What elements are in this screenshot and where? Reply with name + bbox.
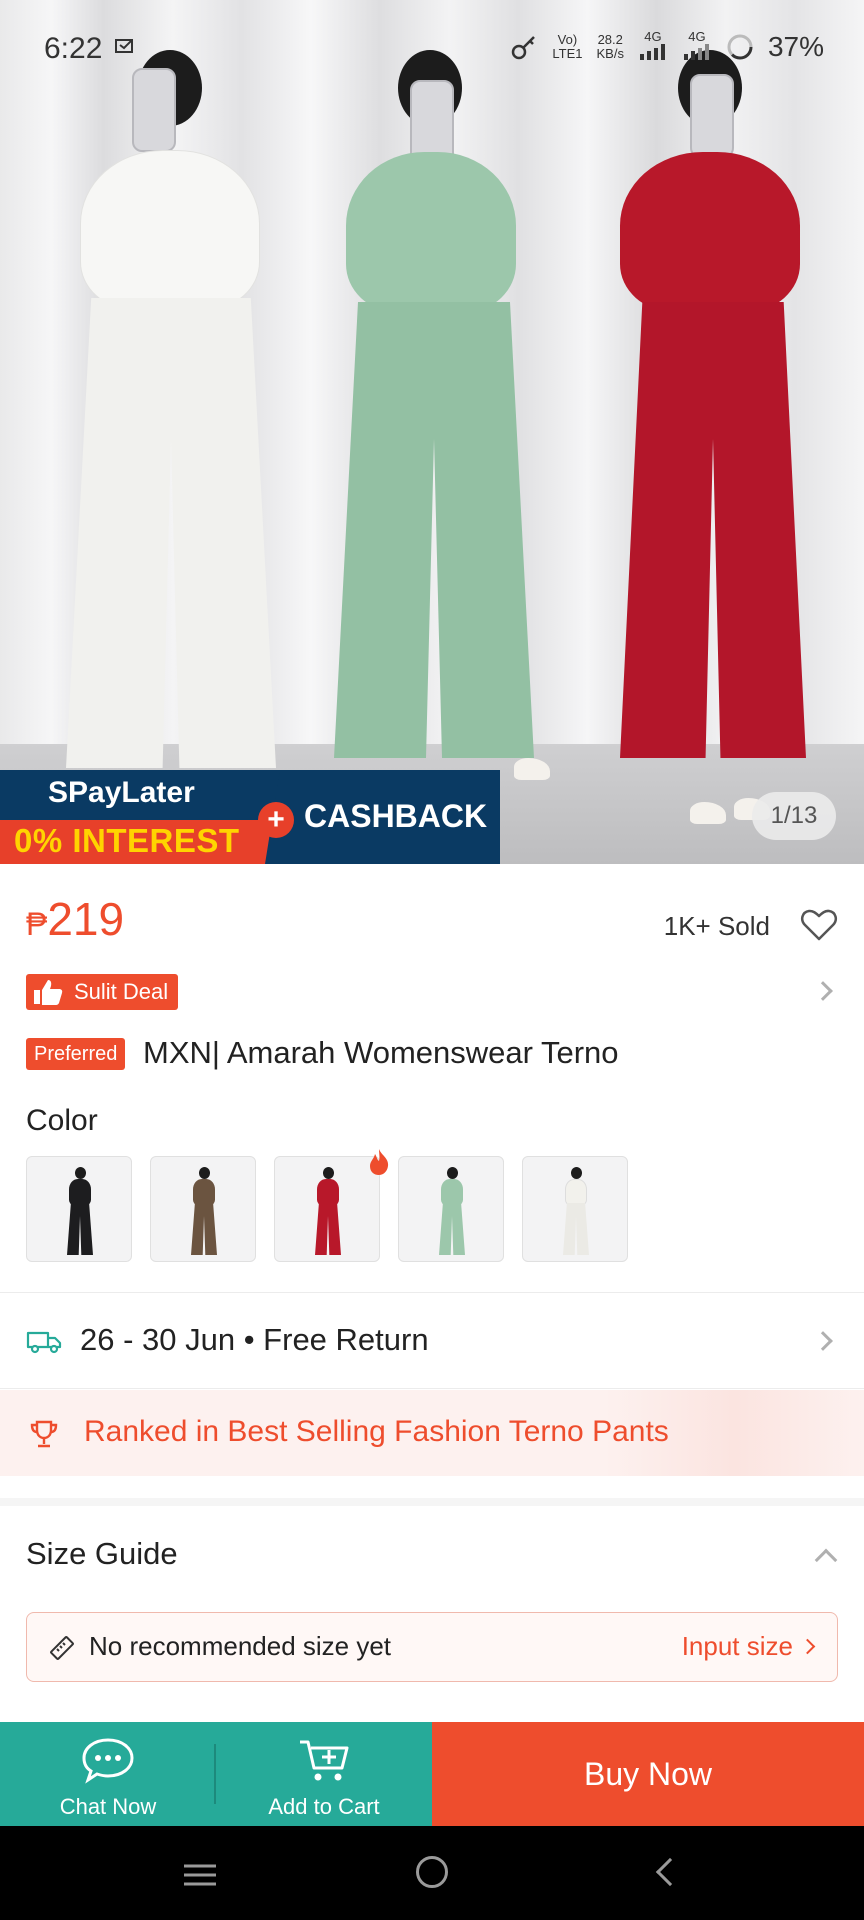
chevron-up-icon[interactable]: [814, 1548, 838, 1572]
chevron-right-icon: [799, 1638, 816, 1655]
add-to-cart-button[interactable]: Add to Cart: [216, 1722, 432, 1826]
divider: [0, 1388, 864, 1389]
promo-interest-text: 0% INTEREST: [14, 822, 240, 859]
price: ₱219: [26, 892, 124, 946]
system-navigation-bar: [0, 1826, 864, 1920]
home-icon[interactable]: [416, 1856, 448, 1888]
size-recommendation-text: No recommended size yet: [89, 1631, 392, 1661]
sold-count: 1K+ Sold: [663, 911, 770, 941]
flame-icon: [370, 1149, 389, 1175]
chat-now-label: Chat Now: [59, 1794, 157, 1819]
size-recommendation-box[interactable]: No recommended size yet Input size: [26, 1612, 838, 1682]
thumbs-up-icon: [34, 980, 63, 1005]
signal-2: 4G: [682, 30, 712, 63]
buy-now-button[interactable]: Buy Now: [432, 1722, 864, 1826]
heart-icon[interactable]: [800, 906, 838, 944]
deal-label: Sulit Deal: [74, 979, 169, 1004]
status-bar: 6:22 Vo) LTE1 28.2 KB/s 4G 4G 37%: [0, 0, 864, 100]
input-size-link[interactable]: Input size: [682, 1631, 793, 1662]
price-value: 219: [47, 893, 125, 945]
preferred-badge: Preferred: [26, 1038, 126, 1070]
battery-icon: [727, 34, 753, 59]
notification-icon: [115, 39, 133, 53]
divider: [0, 1292, 864, 1293]
status-time: 6:22: [44, 32, 103, 65]
swatch-white[interactable]: [522, 1156, 628, 1262]
color-swatches: [26, 1156, 628, 1262]
delivery-info[interactable]: 26 - 30 Jun • Free Return: [80, 1322, 429, 1358]
back-icon[interactable]: [655, 1857, 685, 1887]
recent-apps-icon[interactable]: [184, 1864, 216, 1886]
color-label: Color: [26, 1104, 98, 1137]
model-red: [580, 40, 840, 824]
chat-bubble-icon: [82, 1738, 134, 1784]
ranking-text: Ranked in Best Selling Fashion Terno Pan…: [84, 1415, 669, 1448]
chevron-right-icon[interactable]: [813, 1331, 833, 1351]
image-counter: 1/13: [752, 792, 836, 840]
model-mint: [300, 40, 560, 780]
currency-symbol: ₱: [26, 906, 48, 942]
plus-icon: +: [258, 802, 294, 838]
truck-icon: [26, 1331, 62, 1354]
product-image-carousel[interactable]: 6:22 Vo) LTE1 28.2 KB/s 4G 4G 37% SPayLate…: [0, 0, 864, 864]
network-speed: 28.2 KB/s: [596, 31, 624, 61]
sulit-deal-badge[interactable]: Sulit Deal: [26, 974, 179, 1010]
trophy-icon: [30, 1420, 58, 1448]
swatch-mint[interactable]: [398, 1156, 504, 1262]
swatch-red[interactable]: [274, 1156, 380, 1262]
model-white: [40, 40, 300, 780]
key-icon: [512, 35, 536, 59]
bottom-action-bar: Chat Now Add to Cart Buy Now: [0, 1722, 864, 1826]
product-title: MXN| Amarah Womenswear Terno: [143, 1035, 619, 1070]
cart-plus-icon: [300, 1740, 349, 1781]
status-indicators: Vo) LTE1 28.2 KB/s 4G 4G 37%: [510, 30, 824, 63]
swatch-black[interactable]: [26, 1156, 132, 1262]
chat-now-button[interactable]: Chat Now: [0, 1722, 216, 1826]
ruler-icon: [50, 1636, 74, 1660]
add-to-cart-label: Add to Cart: [268, 1794, 380, 1819]
promo-spaylater-text: SPayLater: [48, 776, 195, 809]
chevron-right-icon[interactable]: [813, 981, 833, 1001]
volte-indicator: Vo) LTE1: [552, 31, 583, 61]
signal-1: 4G: [638, 30, 668, 63]
section-gap: [0, 1498, 864, 1506]
battery-percent: 37%: [767, 30, 824, 62]
size-guide-title: Size Guide: [26, 1536, 178, 1571]
swatch-brown[interactable]: [150, 1156, 256, 1262]
promo-cashback-text: CASHBACK: [304, 798, 488, 834]
